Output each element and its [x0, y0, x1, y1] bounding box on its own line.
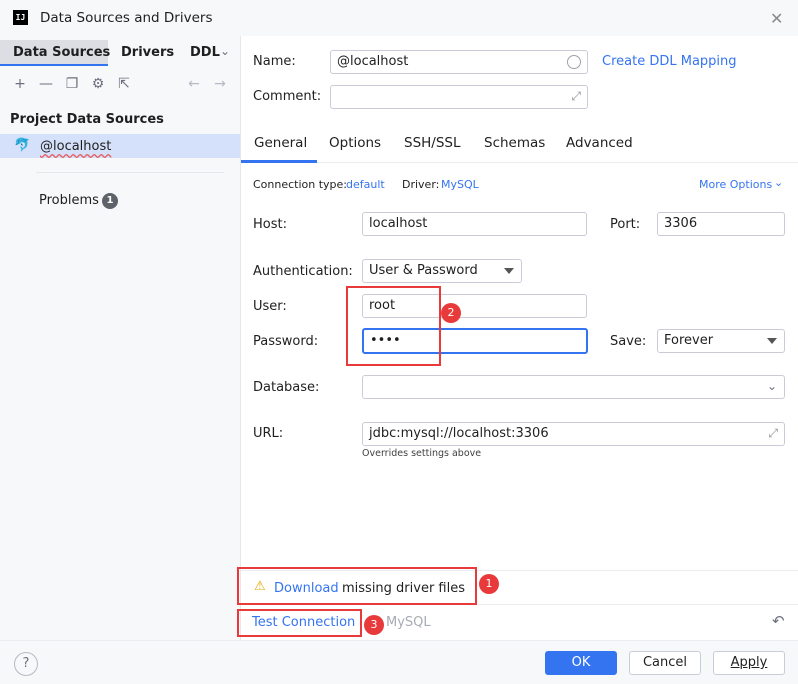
left-divider [36, 172, 224, 173]
save-select[interactable]: Forever [657, 329, 785, 353]
chevron-down-icon[interactable]: ⌄ [774, 176, 783, 189]
cancel-button[interactable]: Cancel [629, 651, 701, 675]
close-icon[interactable]: ✕ [770, 9, 783, 28]
annotation-number-2: 2 [441, 303, 461, 323]
expand-icon[interactable]: ⤢ [571, 89, 581, 104]
dropdown-arrow-icon [767, 338, 777, 344]
window-title: Data Sources and Drivers [40, 10, 213, 26]
tab-ssh-ssl[interactable]: SSH/SSL [404, 135, 461, 151]
test-connection-driver: MySQL [386, 615, 431, 630]
url-hint: Overrides settings above [362, 448, 482, 459]
save-value: Forever [664, 333, 714, 348]
database-label: Database: [253, 380, 320, 395]
authentication-select[interactable]: User & Password [362, 259, 522, 283]
url-label: URL: [253, 426, 284, 441]
apply-button[interactable]: Apply [713, 651, 785, 675]
datasource-label[interactable]: @localhost [40, 139, 111, 154]
project-data-sources-heading: Project Data Sources [10, 112, 164, 127]
remove-icon[interactable]: — [38, 76, 54, 92]
mysql-dolphin-icon: 🐬 [14, 138, 31, 153]
host-input[interactable]: localhost [362, 212, 587, 236]
problems-label[interactable]: Problems [39, 193, 99, 208]
back-arrow-icon[interactable]: ← [186, 76, 202, 92]
authentication-label: Authentication: [253, 264, 353, 279]
chevron-down-icon[interactable]: ⌄ [767, 379, 777, 393]
forward-arrow-icon[interactable]: → [212, 76, 228, 92]
datasource-row[interactable] [0, 134, 240, 158]
revert-icon[interactable]: ↶ [772, 612, 785, 630]
chevron-down-icon[interactable]: ⌄ [220, 44, 230, 58]
more-options-link[interactable]: More Options [699, 178, 772, 191]
tab-drivers[interactable]: Drivers [121, 45, 174, 60]
connection-type-label: Connection type: [253, 178, 348, 191]
driver-label: Driver: [402, 178, 440, 191]
annotation-number-3: 3 [364, 615, 384, 635]
tabs-divider [241, 162, 798, 163]
tab-schemas[interactable]: Schemas [484, 135, 545, 151]
name-input-value: @localhost [337, 54, 409, 69]
comment-label: Comment: [253, 89, 322, 104]
driver-link[interactable]: MySQL [441, 178, 479, 191]
port-label: Port: [610, 217, 641, 232]
host-label: Host: [253, 217, 287, 232]
tab-advanced[interactable]: Advanced [566, 135, 633, 151]
tab-active-indicator [0, 64, 108, 66]
gear-icon[interactable]: ⚙ [90, 76, 106, 92]
tab-ddl[interactable]: DDL [190, 45, 220, 60]
save-label: Save: [610, 334, 647, 349]
database-input[interactable]: ⌄ [362, 375, 785, 399]
tab-options[interactable]: Options [329, 135, 381, 151]
url-input[interactable]: jdbc:mysql://localhost:3306 ⤢ [362, 422, 785, 446]
url-value: jdbc:mysql://localhost:3306 [369, 426, 549, 441]
add-icon[interactable]: + [12, 76, 28, 92]
port-input[interactable]: 3306 [657, 212, 785, 236]
help-icon[interactable]: ? [14, 652, 38, 676]
create-ddl-mapping-link[interactable]: Create DDL Mapping [602, 54, 737, 69]
tab-active-indicator [241, 160, 317, 163]
dropdown-arrow-icon [504, 268, 514, 274]
annotation-box-credentials [346, 286, 441, 366]
user-label: User: [253, 299, 287, 314]
annotation-number-1: 1 [479, 574, 499, 594]
copy-icon[interactable]: ❐ [64, 76, 80, 92]
tab-data-sources[interactable]: Data Sources [13, 45, 110, 60]
name-label: Name: [253, 54, 296, 69]
connection-type-link[interactable]: default [346, 178, 385, 191]
expand-icon[interactable]: ⤢ [768, 426, 778, 441]
intellij-logo-icon: IJ [13, 10, 28, 25]
color-circle-icon[interactable] [567, 55, 581, 69]
password-label: Password: [253, 334, 319, 349]
ok-button[interactable]: OK [545, 651, 617, 675]
name-input[interactable]: @localhost [330, 50, 588, 74]
comment-input[interactable]: ⤢ [330, 85, 588, 109]
annotation-box-test-connection [237, 609, 362, 637]
external-link-icon[interactable]: ⇱ [116, 76, 132, 92]
problems-count-badge: 1 [102, 193, 118, 209]
annotation-box-download [237, 567, 477, 605]
authentication-value: User & Password [369, 263, 478, 278]
tab-general[interactable]: General [254, 135, 307, 151]
